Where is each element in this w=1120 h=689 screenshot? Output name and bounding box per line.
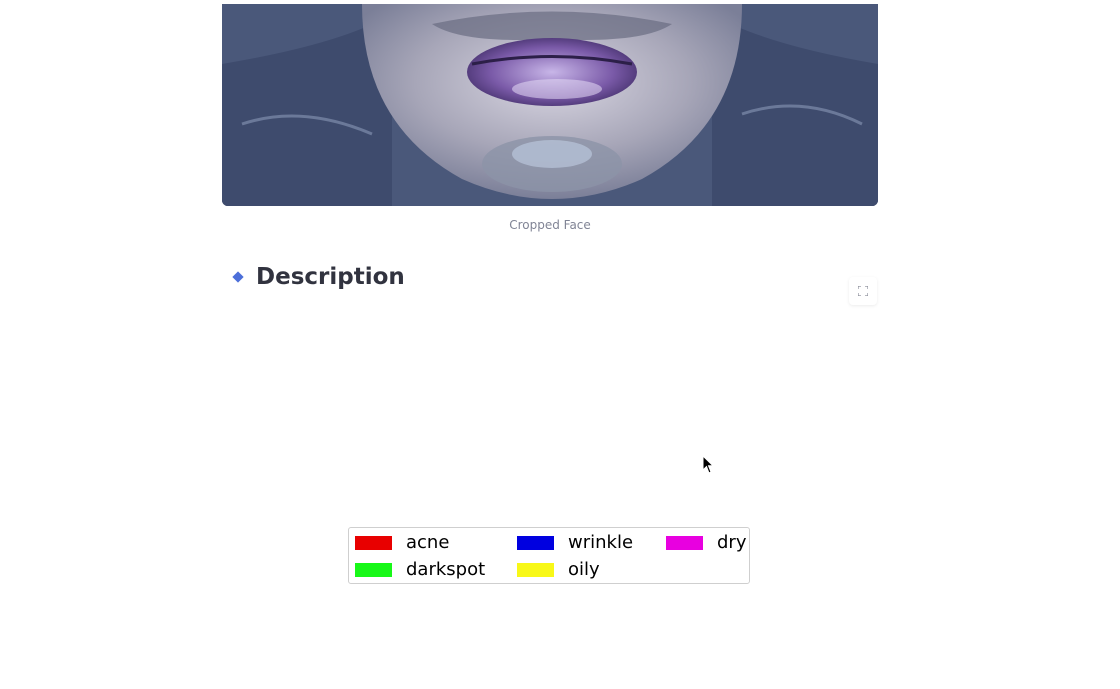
expand-icon — [858, 286, 868, 296]
legend-item-wrinkle: wrinkle — [517, 532, 633, 553]
pointer-cursor — [702, 455, 715, 474]
legend-swatch — [355, 535, 392, 550]
section-title: Description — [256, 264, 405, 290]
section-heading: Description — [230, 264, 405, 290]
legend-item-oily: oily — [517, 559, 600, 580]
app-page: Cropped Face Description acne wrinkle dr… — [0, 0, 1120, 689]
legend-item-acne: acne — [355, 532, 449, 553]
legend-label: wrinkle — [568, 532, 634, 553]
legend-label: darkspot — [406, 559, 486, 580]
fullscreen-button[interactable] — [849, 277, 877, 305]
image-caption: Cropped Face — [509, 218, 591, 232]
cropped-face-image — [222, 4, 878, 206]
legend-item-darkspot: darkspot — [355, 559, 485, 580]
legend-swatch — [517, 535, 554, 550]
diamond-icon — [232, 271, 244, 283]
legend-item-dry: dry — [666, 532, 746, 553]
legend-swatch — [355, 562, 392, 577]
legend-label: oily — [568, 559, 600, 580]
legend-label: acne — [406, 532, 450, 553]
legend-label: dry — [717, 532, 747, 553]
chart-legend: acne wrinkle dry darkspot oily — [348, 527, 750, 584]
legend-swatch — [517, 562, 554, 577]
legend-swatch — [666, 535, 703, 550]
